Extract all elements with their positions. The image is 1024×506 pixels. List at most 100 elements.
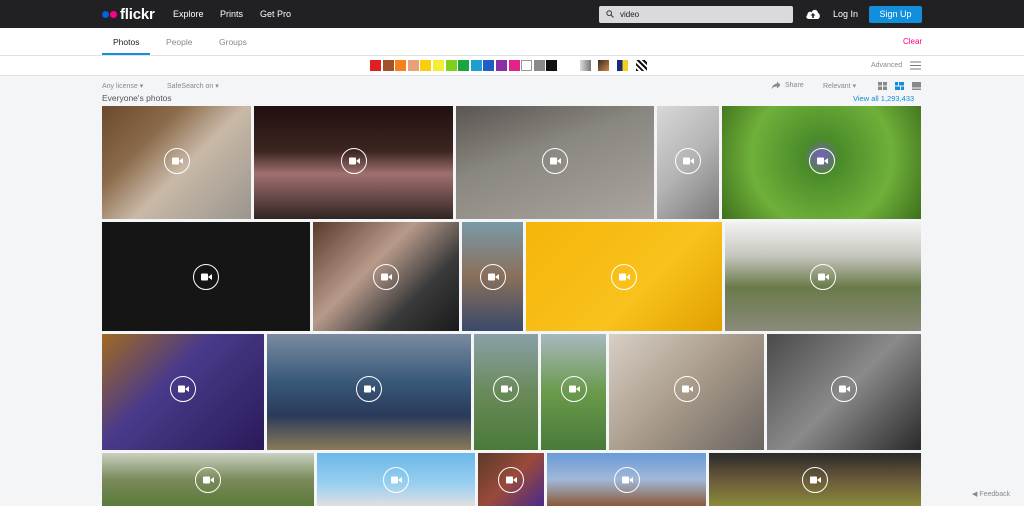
search-input[interactable] <box>620 8 780 21</box>
safesearch-dropdown[interactable]: SafeSearch on ▾ <box>167 82 219 90</box>
search-tabs-bar: Photos People Groups Clear <box>0 28 1024 56</box>
justified-grid-icon[interactable] <box>895 82 904 90</box>
video-play-icon <box>675 148 701 174</box>
photo-tile[interactable] <box>102 334 264 450</box>
clear-link[interactable]: Clear <box>903 37 922 46</box>
photo-tile[interactable] <box>767 334 921 450</box>
photo-tile[interactable] <box>547 453 706 506</box>
share-icon[interactable] <box>771 81 781 90</box>
photo-tile[interactable] <box>102 222 310 331</box>
photo-tile[interactable] <box>462 222 523 331</box>
color-swatch[interactable] <box>445 60 457 71</box>
nav-prints[interactable]: Prints <box>220 9 243 19</box>
advanced-menu-icon[interactable] <box>910 61 921 70</box>
video-play-icon <box>561 376 587 402</box>
photo-tile[interactable] <box>526 222 722 331</box>
video-play-icon <box>493 376 519 402</box>
advanced-link[interactable]: Advanced <box>871 62 902 69</box>
video-play-icon <box>802 467 828 493</box>
minimalist-filter-icon[interactable] <box>617 60 628 71</box>
video-play-icon <box>383 467 409 493</box>
license-dropdown[interactable]: Any license ▾ <box>102 82 143 90</box>
photo-tile[interactable] <box>478 453 544 506</box>
photo-tile[interactable] <box>609 334 764 450</box>
video-play-icon <box>341 148 367 174</box>
nav-get-pro[interactable]: Get Pro <box>260 9 291 19</box>
grid-small-icon[interactable] <box>878 82 887 90</box>
sort-dropdown[interactable]: Relevant ▾ <box>823 82 856 90</box>
photo-tile[interactable] <box>267 334 471 450</box>
section-title: Everyone's photos <box>102 93 172 103</box>
photo-tile[interactable] <box>725 222 921 331</box>
feedback-link[interactable]: ◀ Feedback <box>972 490 1010 498</box>
color-swatch[interactable] <box>546 60 558 71</box>
video-play-icon <box>498 467 524 493</box>
color-swatch[interactable] <box>496 60 507 71</box>
video-play-icon <box>164 148 190 174</box>
tab-people[interactable]: People <box>166 37 192 47</box>
video-play-icon <box>809 148 835 174</box>
share-link[interactable]: Share <box>785 82 804 89</box>
video-play-icon <box>373 264 399 290</box>
video-play-icon <box>193 264 219 290</box>
pattern-filter-icon[interactable] <box>636 60 647 71</box>
color-swatch[interactable] <box>370 60 381 71</box>
photo-tile[interactable] <box>722 106 921 219</box>
signup-button[interactable]: Sign Up <box>869 6 922 23</box>
color-swatch[interactable] <box>458 60 470 71</box>
color-swatch[interactable] <box>395 60 407 71</box>
active-tab-indicator <box>102 53 150 55</box>
video-play-icon <box>356 376 382 402</box>
search-icon <box>606 10 614 18</box>
color-swatch[interactable] <box>382 60 394 71</box>
photo-tile[interactable] <box>317 453 475 506</box>
color-swatch[interactable] <box>407 60 419 71</box>
color-swatch[interactable] <box>420 60 432 71</box>
logo-pink-dot <box>110 10 117 18</box>
video-play-icon <box>542 148 568 174</box>
photo-tile[interactable] <box>313 222 459 331</box>
chevron-down-icon: ▾ <box>139 83 144 90</box>
grayscale-filter-icon[interactable] <box>580 60 591 71</box>
search-box[interactable] <box>599 6 793 23</box>
megaphone-icon: ◀ <box>972 491 978 498</box>
photo-tile[interactable] <box>474 334 538 450</box>
feedback-label: Feedback <box>979 491 1011 498</box>
tab-photos[interactable]: Photos <box>113 37 139 47</box>
depth-filter-icon[interactable] <box>598 60 609 71</box>
color-filter-row: Advanced <box>0 56 1024 76</box>
video-play-icon <box>480 264 506 290</box>
color-swatch[interactable] <box>521 60 533 71</box>
view-all-link[interactable]: View all 1,293,433 <box>853 94 914 103</box>
color-swatch[interactable] <box>508 60 520 71</box>
video-play-icon <box>674 376 700 402</box>
color-swatch[interactable] <box>533 60 545 71</box>
large-view-icon[interactable] <box>912 82 921 90</box>
video-play-icon <box>614 467 640 493</box>
video-play-icon <box>831 376 857 402</box>
flickr-logo[interactable]: flickr <box>102 5 155 23</box>
photo-tile[interactable] <box>456 106 654 219</box>
safesearch-label: SafeSearch on <box>167 83 214 90</box>
video-play-icon <box>810 264 836 290</box>
color-swatch[interactable] <box>433 60 444 71</box>
nav-explore[interactable]: Explore <box>173 9 204 19</box>
photo-tile[interactable] <box>541 334 606 450</box>
photo-tile[interactable] <box>102 106 251 219</box>
chevron-down-icon: ▾ <box>852 83 857 90</box>
logo-text: flickr <box>120 5 155 23</box>
upload-cloud-icon[interactable] <box>805 7 821 21</box>
license-label: Any license <box>102 83 138 90</box>
photo-tile[interactable] <box>254 106 453 219</box>
tab-groups[interactable]: Groups <box>219 37 247 47</box>
video-play-icon <box>611 264 637 290</box>
login-link[interactable]: Log In <box>833 9 858 19</box>
color-swatch[interactable] <box>470 60 482 71</box>
photo-tile[interactable] <box>102 453 314 506</box>
photo-tile[interactable] <box>709 453 921 506</box>
chevron-down-icon: ▾ <box>215 83 219 90</box>
sort-label: Relevant <box>823 83 851 90</box>
photo-tile[interactable] <box>657 106 719 219</box>
color-swatch[interactable] <box>483 60 495 71</box>
video-play-icon <box>170 376 196 402</box>
